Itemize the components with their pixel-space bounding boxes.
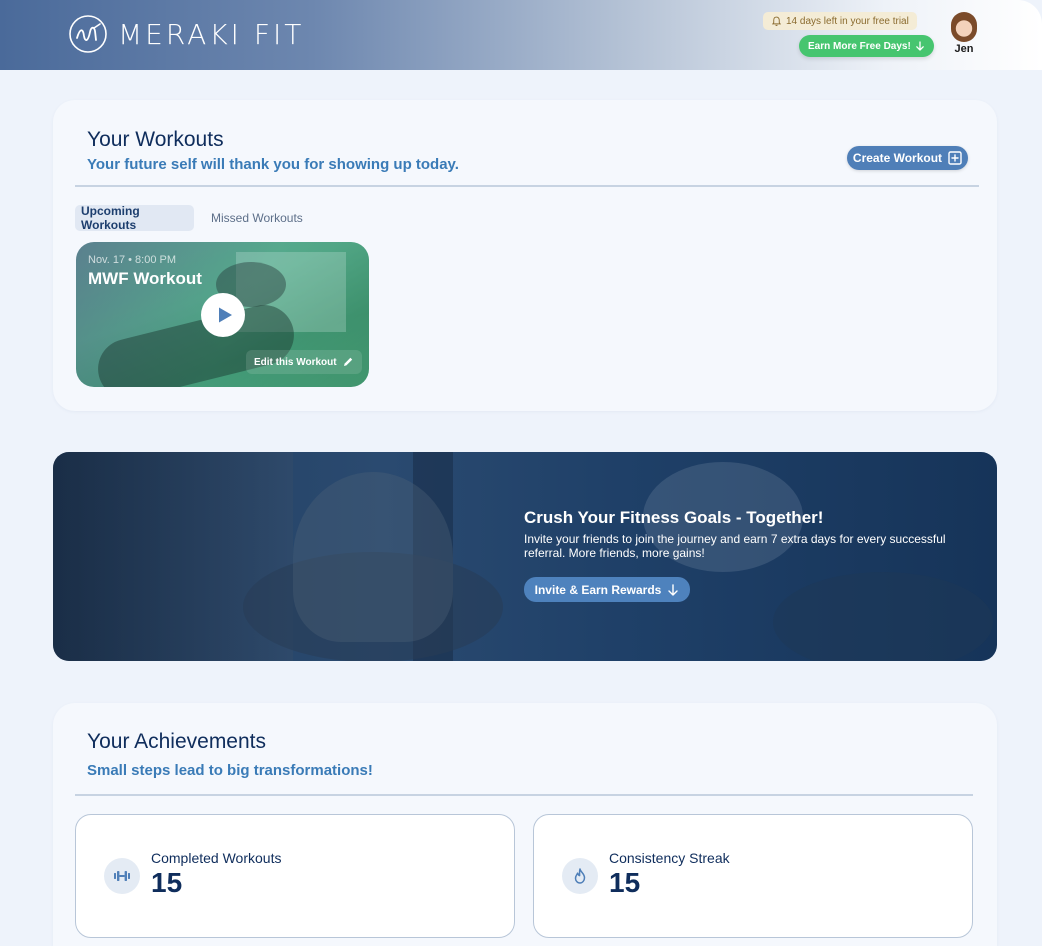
- trial-badge: 14 days left in your free trial: [763, 12, 917, 30]
- banner-title: Crush Your Fitness Goals - Together!: [524, 508, 824, 527]
- workouts-title: Your Workouts: [87, 128, 224, 151]
- edit-workout-label: Edit this Workout: [254, 356, 337, 368]
- workouts-divider: [75, 185, 979, 187]
- stat-icon-wrap: [562, 858, 598, 894]
- achievements-card: Your Achievements Small steps lead to bi…: [53, 703, 997, 946]
- achievements-divider: [75, 794, 973, 796]
- stat-value: 15: [151, 867, 183, 898]
- workout-title: MWF Workout: [88, 269, 202, 288]
- create-workout-label: Create Workout: [852, 151, 943, 165]
- create-workout-button[interactable]: Create Workout: [847, 146, 968, 170]
- workouts-card: Your Workouts Your future self will than…: [53, 100, 997, 411]
- stat-label: Completed Workouts: [151, 850, 282, 866]
- achievements-subtitle: Small steps lead to big transformations!: [87, 762, 373, 779]
- workouts-subtitle: Your future self will thank you for show…: [87, 156, 459, 173]
- brand-logo[interactable]: MERAKI FIT: [68, 14, 304, 54]
- banner-bg-shape: [773, 572, 993, 661]
- arrow-down-icon: [915, 41, 924, 51]
- workout-card[interactable]: Nov. 17 • 8:00 PM MWF Workout Edit this …: [76, 242, 369, 387]
- completed-workouts-stat: Completed Workouts 15: [75, 814, 515, 938]
- arrow-down-icon: [668, 583, 679, 596]
- earn-free-days-button[interactable]: Earn More Free Days!: [799, 35, 934, 57]
- achievements-title: Your Achievements: [87, 730, 267, 753]
- edit-workout-button[interactable]: Edit this Workout: [246, 350, 362, 374]
- bell-icon: [771, 16, 782, 26]
- flame-icon: [574, 868, 586, 884]
- logo-mark-icon: [69, 15, 107, 53]
- stat-icon-wrap: [104, 858, 140, 894]
- play-icon: [218, 307, 232, 323]
- trial-text: 14 days left in your free trial: [786, 15, 909, 27]
- workout-datetime: Nov. 17 • 8:00 PM: [88, 254, 177, 266]
- invite-earn-button[interactable]: Invite & Earn Rewards: [524, 577, 690, 602]
- consistency-streak-stat: Consistency Streak 15: [533, 814, 973, 938]
- earn-button-label: Earn More Free Days!: [808, 40, 911, 52]
- banner-description: Invite your friends to join the journey …: [524, 532, 946, 560]
- tab-upcoming-workouts[interactable]: Upcoming Workouts: [75, 204, 194, 232]
- stat-label: Consistency Streak: [609, 850, 730, 866]
- referral-banner: Crush Your Fitness Goals - Together! Inv…: [53, 452, 997, 661]
- brand-name: MERAKI FIT: [118, 17, 305, 51]
- pencil-icon: [343, 357, 352, 366]
- tab-missed-workouts[interactable]: Missed Workouts: [205, 205, 309, 231]
- stat-value: 15: [609, 867, 641, 898]
- plus-square-icon: [948, 151, 962, 165]
- play-workout-button[interactable]: [201, 293, 245, 337]
- dumbbell-icon: [114, 871, 130, 881]
- user-avatar[interactable]: [951, 12, 977, 42]
- top-header: MERAKI FIT 14 days left in your free tri…: [0, 0, 1042, 70]
- banner-bg-shape: [293, 472, 453, 642]
- invite-button-label: Invite & Earn Rewards: [534, 582, 662, 597]
- user-name: Jen: [954, 43, 974, 55]
